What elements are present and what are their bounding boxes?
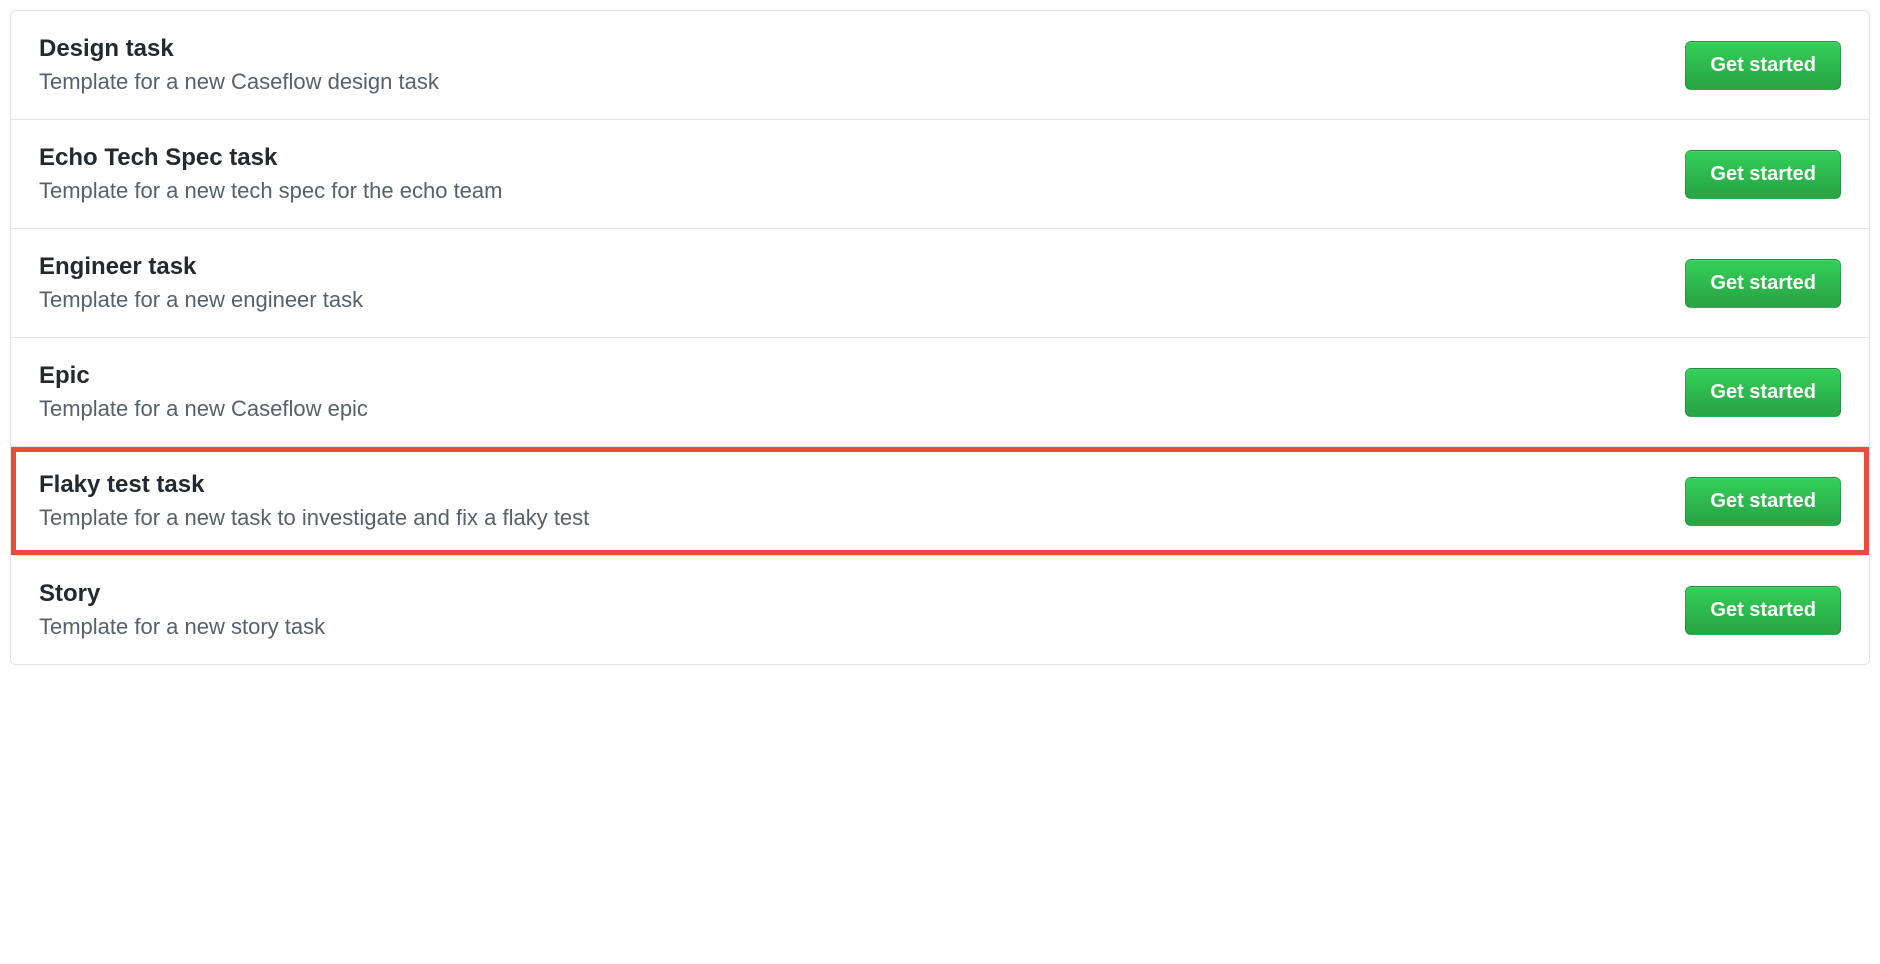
template-item: Flaky test task Template for a new task t… — [11, 447, 1869, 556]
template-item: Echo Tech Spec task Template for a new te… — [11, 120, 1869, 229]
template-item: Engineer task Template for a new engineer… — [11, 229, 1869, 338]
get-started-button[interactable]: Get started — [1685, 259, 1841, 308]
get-started-button[interactable]: Get started — [1685, 41, 1841, 90]
get-started-button[interactable]: Get started — [1685, 477, 1841, 526]
template-info: Engineer task Template for a new engineer… — [39, 253, 1685, 313]
template-item: Story Template for a new story taskGet st… — [11, 556, 1869, 664]
issue-template-list: Design task Template for a new Caseflow d… — [10, 10, 1870, 665]
template-description: Template for a new task to investigate a… — [39, 505, 1685, 531]
template-title: Flaky test task — [39, 471, 1685, 499]
template-title: Engineer task — [39, 253, 1685, 281]
template-info: Epic Template for a new Caseflow epic — [39, 362, 1685, 422]
template-item: Epic Template for a new Caseflow epicGet … — [11, 338, 1869, 447]
template-title: Story — [39, 580, 1685, 608]
template-title: Epic — [39, 362, 1685, 390]
template-description: Template for a new Caseflow epic — [39, 396, 1685, 422]
template-description: Template for a new story task — [39, 614, 1685, 640]
template-info: Story Template for a new story task — [39, 580, 1685, 640]
template-description: Template for a new engineer task — [39, 287, 1685, 313]
template-description: Template for a new tech spec for the ech… — [39, 178, 1685, 204]
get-started-button[interactable]: Get started — [1685, 586, 1841, 635]
get-started-button[interactable]: Get started — [1685, 150, 1841, 199]
template-title: Design task — [39, 35, 1685, 63]
template-info: Echo Tech Spec task Template for a new te… — [39, 144, 1685, 204]
template-info: Design task Template for a new Caseflow d… — [39, 35, 1685, 95]
template-item: Design task Template for a new Caseflow d… — [11, 11, 1869, 120]
template-description: Template for a new Caseflow design task — [39, 69, 1685, 95]
template-info: Flaky test task Template for a new task t… — [39, 471, 1685, 531]
template-title: Echo Tech Spec task — [39, 144, 1685, 172]
get-started-button[interactable]: Get started — [1685, 368, 1841, 417]
